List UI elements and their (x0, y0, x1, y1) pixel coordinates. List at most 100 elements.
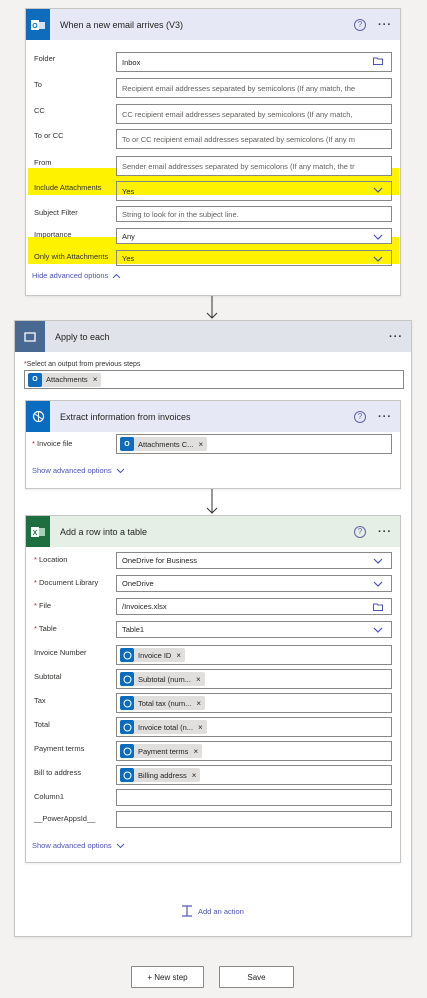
chevron-down-icon (116, 843, 124, 848)
folder-icon (373, 603, 383, 611)
from-input[interactable]: Sender email addresses separated by semi… (116, 156, 392, 176)
attachments-content-token: O Attachments C... × (120, 437, 208, 451)
flow-arrow (206, 296, 218, 319)
ai-builder-icon (120, 720, 134, 734)
dynamic-content-token: Billing address × (120, 768, 201, 782)
only-with-attachments-label: Only with Attachments (34, 252, 109, 261)
dynamic-content-token: Payment terms × (120, 744, 203, 758)
help-icon[interactable]: ? (354, 18, 366, 31)
svg-text:X: X (33, 530, 38, 537)
field-value: Inbox (122, 57, 141, 67)
trigger-title: When a new email arrives (V3) (60, 19, 184, 30)
document-library-label: * Document Library (34, 578, 99, 587)
chevron-down-icon (373, 581, 383, 587)
flow-arrow (206, 489, 218, 514)
total-label: Total (34, 720, 50, 729)
remove-token-icon[interactable]: × (198, 723, 203, 732)
remove-token-icon[interactable]: × (196, 675, 201, 684)
importance-dropdown[interactable]: Any (116, 228, 392, 244)
new-step-button[interactable]: + New step (131, 966, 204, 988)
include-attachments-label: Include Attachments (34, 183, 102, 192)
trigger-header[interactable]: O When a new email arrives (V3) ? ··· (26, 9, 400, 40)
remove-token-icon[interactable]: × (93, 375, 98, 384)
select-output-field[interactable]: O Attachments × (24, 370, 404, 389)
subject-filter-input[interactable]: String to look for in the subject line. (116, 206, 392, 222)
remove-token-icon[interactable]: × (176, 651, 181, 660)
add-row-card: X Add a row into a table ? ··· * Locatio… (25, 515, 401, 863)
outlook-icon: O (28, 372, 42, 387)
tax-input[interactable]: Total tax (num... × (116, 693, 392, 713)
powerappsid-input[interactable] (116, 811, 392, 828)
remove-token-icon[interactable]: × (192, 771, 197, 780)
ai-builder-icon (120, 768, 134, 782)
document-library-dropdown[interactable]: OneDrive (116, 575, 392, 592)
include-attachments-dropdown[interactable]: Yes (116, 181, 392, 201)
folder-input[interactable]: Inbox (116, 52, 392, 72)
to-or-cc-label: To or CC (34, 131, 64, 140)
extract-header[interactable]: Extract information from invoices ? ··· (26, 401, 400, 432)
total-input[interactable]: Invoice total (n... × (116, 717, 392, 737)
importance-label: Importance (34, 230, 72, 239)
ai-builder-icon (120, 744, 134, 758)
cc-input[interactable]: CC recipient email addresses separated b… (116, 104, 392, 124)
to-input[interactable]: Recipient email addresses separated by s… (116, 78, 392, 98)
more-options-icon[interactable]: ··· (378, 19, 392, 31)
more-options-icon[interactable]: ··· (378, 411, 392, 423)
location-dropdown[interactable]: OneDrive for Business (116, 552, 392, 569)
to-or-cc-input[interactable]: To or CC recipient email addresses separ… (116, 129, 392, 149)
more-options-icon[interactable]: ··· (389, 331, 403, 343)
ai-builder-icon (120, 696, 134, 710)
remove-token-icon[interactable]: × (196, 699, 201, 708)
file-input[interactable]: /Invoices.xlsx (116, 598, 392, 615)
more-options-icon[interactable]: ··· (378, 526, 392, 538)
outlook-icon: O (26, 9, 50, 40)
hide-advanced-options[interactable]: Hide advanced options (32, 271, 121, 280)
ai-builder-icon (26, 401, 50, 432)
extract-card: Extract information from invoices ? ··· … (25, 400, 401, 489)
folder-icon (373, 57, 383, 65)
add-row-header[interactable]: X Add a row into a table ? ··· (26, 516, 400, 547)
remove-token-icon[interactable]: × (193, 747, 198, 756)
cc-label: CC (34, 106, 45, 115)
extract-title: Extract information from invoices (60, 411, 191, 422)
field-value: Any (122, 231, 135, 241)
file-label: * File (34, 601, 52, 610)
dynamic-content-token: Total tax (num... × (120, 696, 206, 710)
help-icon[interactable]: ? (354, 525, 366, 538)
bill-to-address-label: Bill to address (34, 768, 82, 777)
add-action-button[interactable]: Add an action (181, 905, 244, 917)
apply-to-each-header[interactable]: Apply to each ··· (15, 321, 411, 352)
chevron-up-icon (112, 273, 121, 278)
table-dropdown[interactable]: Table1 (116, 621, 392, 638)
show-advanced-options[interactable]: Show advanced options (32, 841, 125, 850)
subject-filter-label: Subject Filter (34, 208, 78, 217)
remove-token-icon[interactable]: × (198, 440, 203, 449)
add-action-icon (182, 905, 192, 917)
field-value: OneDrive (122, 579, 154, 588)
only-with-attachments-dropdown[interactable]: Yes (116, 250, 392, 266)
subtotal-input[interactable]: Subtotal (num... × (116, 669, 392, 689)
invoice-file-field[interactable]: O Attachments C... × (116, 434, 392, 454)
location-label: * Location (34, 555, 68, 564)
field-placeholder: CC recipient email addresses separated b… (122, 109, 353, 119)
show-advanced-options[interactable]: Show advanced options (32, 466, 125, 475)
dynamic-content-token: Subtotal (num... × (120, 672, 205, 686)
column1-input[interactable] (116, 789, 392, 806)
field-placeholder: To or CC recipient email addresses separ… (122, 134, 356, 144)
field-value: Yes (122, 253, 135, 263)
ai-builder-icon (120, 672, 134, 686)
help-icon[interactable]: ? (354, 410, 366, 423)
invoice-file-label: * Invoice file (32, 439, 73, 448)
ai-builder-icon (120, 648, 134, 662)
chevron-down-icon (116, 468, 124, 473)
save-button[interactable]: Save (219, 966, 294, 988)
invoice-number-input[interactable]: Invoice ID × (116, 645, 392, 665)
payment-terms-input[interactable]: Payment terms × (116, 741, 392, 761)
add-row-title: Add a row into a table (60, 526, 148, 537)
bill-to-address-input[interactable]: Billing address × (116, 765, 392, 785)
tax-label: Tax (34, 696, 46, 705)
chevron-down-icon (373, 627, 383, 633)
chevron-down-icon (373, 234, 383, 240)
powerappsid-label: __PowerAppsId__ (34, 814, 96, 823)
excel-icon: X (26, 516, 50, 547)
